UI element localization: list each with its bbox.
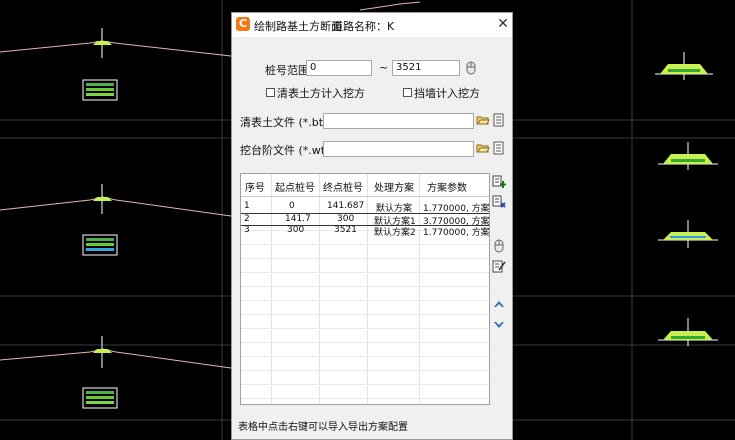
app-logo-icon: C bbox=[236, 17, 250, 31]
step-file-input[interactable] bbox=[323, 141, 474, 157]
station-from-input[interactable]: 0 bbox=[306, 60, 372, 76]
clear-topsoil-checkbox[interactable] bbox=[266, 88, 275, 97]
add-row-icon[interactable] bbox=[492, 175, 506, 189]
col-header-start-station[interactable]: 起点桩号 bbox=[275, 179, 315, 194]
open-folder-icon[interactable] bbox=[476, 141, 490, 155]
road-name: 道路名称：K bbox=[332, 20, 395, 33]
station-to-input[interactable]: 3521 bbox=[392, 60, 460, 76]
dialog-title: 绘制路基土方断面 bbox=[254, 20, 342, 33]
table-row[interactable]: 1 0 141.687 默认方案 1.770000, 方案3... bbox=[241, 201, 489, 214]
file-list-icon[interactable] bbox=[492, 141, 506, 155]
col-header-scheme[interactable]: 处理方案 bbox=[374, 179, 414, 194]
open-folder-icon[interactable] bbox=[476, 113, 490, 127]
col-header-params[interactable]: 方案参数 bbox=[427, 179, 467, 194]
retaining-wall-label: 挡墙计入挖方 bbox=[414, 87, 480, 100]
delete-row-icon[interactable] bbox=[492, 195, 506, 209]
col-header-index[interactable]: 序号 bbox=[245, 179, 265, 194]
close-button[interactable]: ✕ bbox=[495, 15, 511, 33]
move-down-icon[interactable] bbox=[492, 318, 506, 332]
step-file-label: 挖台阶文件 (*.wtj): bbox=[240, 144, 337, 157]
scheme-table[interactable]: 序号 起点桩号 终点桩号 处理方案 方案参数 1 0 141.687 默认方案 … bbox=[240, 173, 490, 405]
pick-station-icon[interactable] bbox=[492, 239, 506, 253]
file-list-icon[interactable] bbox=[492, 113, 506, 127]
pick-station-icon[interactable] bbox=[464, 61, 478, 75]
retaining-wall-checkbox[interactable] bbox=[403, 88, 412, 97]
table-hint: 表格中点击右键可以导入导出方案配置 bbox=[238, 422, 408, 433]
edit-scheme-icon[interactable] bbox=[492, 259, 506, 273]
col-header-end-station[interactable]: 终点桩号 bbox=[323, 179, 363, 194]
move-up-icon[interactable] bbox=[492, 297, 506, 311]
table-row[interactable]: 3 300 3521 默认方案2 1.770000, 方案1:... bbox=[241, 225, 489, 238]
table-header: 序号 起点桩号 终点桩号 处理方案 方案参数 bbox=[241, 174, 489, 197]
topsoil-file-input[interactable] bbox=[323, 113, 474, 129]
range-tilde: ~ bbox=[379, 61, 389, 74]
clear-topsoil-label: 清表土方计入挖方 bbox=[277, 87, 365, 100]
dialog-titlebar[interactable]: C 绘制路基土方断面 道路名称：K ✕ bbox=[232, 13, 512, 37]
draw-roadbed-earthwork-dialog: C 绘制路基土方断面 道路名称：K ✕ 桩号范围: 0 ~ 3521 清表土方计… bbox=[231, 12, 513, 440]
